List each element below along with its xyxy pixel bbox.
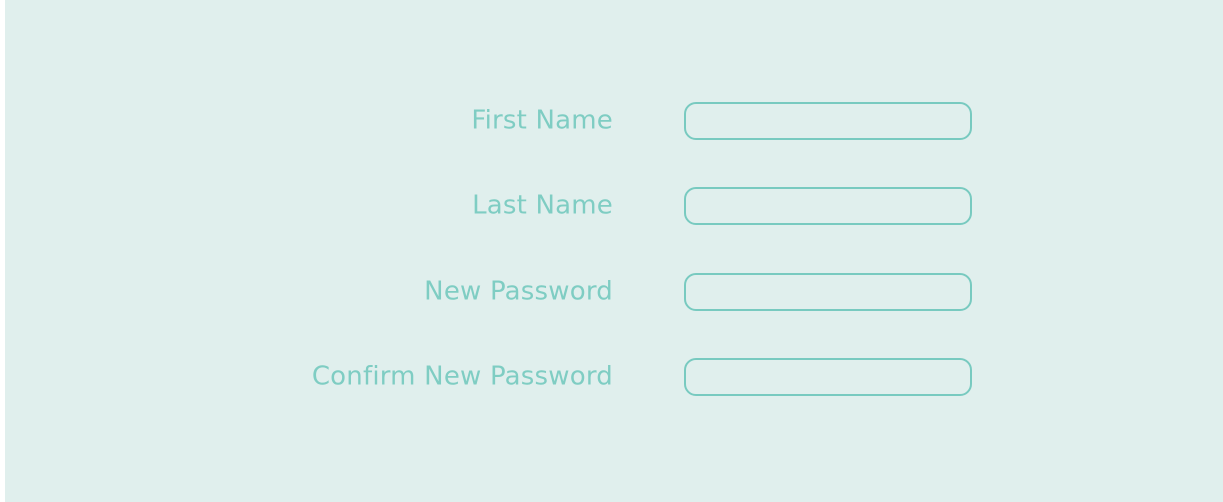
confirm-new-password-input[interactable] (684, 358, 972, 396)
confirm-new-password-row: Confirm New Password (5, 358, 1223, 398)
new-password-input[interactable] (684, 273, 972, 311)
confirm-new-password-label: Confirm New Password (311, 361, 613, 392)
last-name-label: Last Name (472, 190, 613, 221)
new-password-label: New Password (424, 276, 613, 307)
form-panel: First Name Last Name New Password Confir… (5, 0, 1223, 502)
new-password-row: New Password (5, 273, 1223, 313)
last-name-row: Last Name (5, 187, 1223, 227)
last-name-input[interactable] (684, 187, 972, 225)
first-name-label: First Name (471, 105, 613, 136)
first-name-row: First Name (5, 102, 1223, 142)
first-name-input[interactable] (684, 102, 972, 140)
